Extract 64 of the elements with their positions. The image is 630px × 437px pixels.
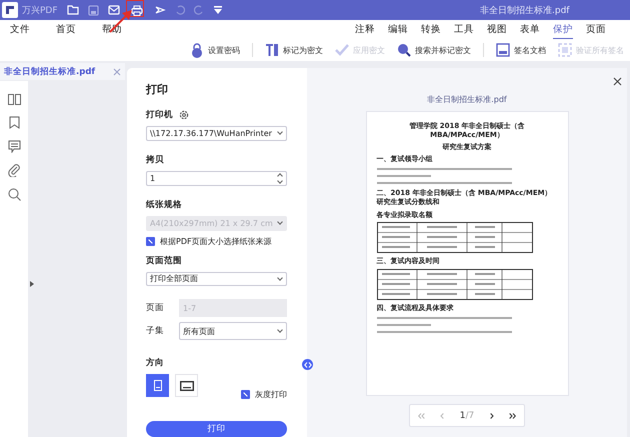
lock-icon [190,42,204,58]
last-page-button[interactable] [509,412,516,418]
menu-tab[interactable]: 页面 [586,20,606,38]
paper-source-checkbox[interactable]: 根据PDF页面大小选择纸张来源 [146,236,287,247]
text-line [376,175,431,177]
landscape-page-icon [180,380,194,391]
next-page-button[interactable] [490,412,494,418]
comment-icon[interactable] [8,140,20,153]
search-icon [397,43,411,57]
menu-tab[interactable]: 编辑 [388,20,408,38]
menu-tab[interactable]: 工具 [454,20,474,38]
paperclip-icon[interactable] [8,164,20,177]
page-count: /7 [465,410,474,420]
checkmark-icon [335,44,349,56]
document-title: 非全日制招生标准.pdf [480,4,570,16]
page-number[interactable]: 1 [460,410,466,420]
settings-icon[interactable] [179,110,189,120]
expand-icon[interactable] [30,281,34,287]
thumbnails-icon[interactable] [8,94,20,105]
field-label: 拷贝 [146,154,165,166]
toolbar-button[interactable]: 搜索并标记密文 [397,43,471,57]
print-button[interactable]: 打印 [146,421,287,437]
subset-select[interactable]: 所有页面 [179,322,287,340]
field-label: 页面范围 [146,254,183,267]
file-name: 非全日制招生标准.pdf [427,94,507,105]
bookmark-icon[interactable] [8,116,20,129]
toolbar-button[interactable]: 签名文档 [496,43,546,57]
menu-tab[interactable]: 注释 [355,20,375,38]
signature-box-icon [496,43,510,57]
field-label: 页面 [146,302,165,314]
menu-tab[interactable]: 转换 [421,20,441,38]
field-label: 子集 [146,325,165,338]
field-label: 打印机 [146,109,173,121]
field-label: 方向 [146,357,165,370]
menu-tab[interactable]: 视图 [487,20,507,38]
print-icon[interactable] [130,4,143,16]
app-name: 万兴PDF [22,4,58,16]
grayscale-checkbox[interactable]: 灰度打印 [241,389,287,400]
collapse-icon[interactable] [302,359,313,370]
search-icon[interactable] [8,188,20,201]
menu-item[interactable]: 首页 [56,20,76,38]
toolbar-button[interactable]: 设置密码 [190,42,240,58]
dropdown-icon[interactable] [212,5,223,15]
mail-icon[interactable] [108,5,120,15]
portrait-button[interactable] [146,374,169,398]
menu-item[interactable]: 文件 [10,20,30,38]
menu-tab[interactable]: 保护 [553,20,573,38]
app-logo-icon [2,2,18,18]
folder-icon[interactable] [66,5,79,15]
text-line [376,324,431,326]
menu-tab[interactable]: 表单 [520,20,540,38]
share-icon[interactable] [154,5,166,15]
printer-select[interactable]: \\172.17.36.177\WuHanPrinter [146,126,287,141]
dialog-title: 打印 [146,82,169,97]
field-label: 纸张规格 [146,198,183,211]
portrait-page-icon [154,380,162,392]
landscape-button[interactable] [175,374,198,398]
text-block-icon [265,43,279,57]
page-range-select[interactable]: 打印全部页面 [146,272,287,286]
dashed-box-icon [558,43,572,57]
toolbar-button[interactable]: 标记为密文 [265,43,323,57]
save-icon[interactable] [88,4,99,16]
copies-field[interactable]: 1 [146,170,287,186]
close-icon[interactable] [613,77,622,86]
